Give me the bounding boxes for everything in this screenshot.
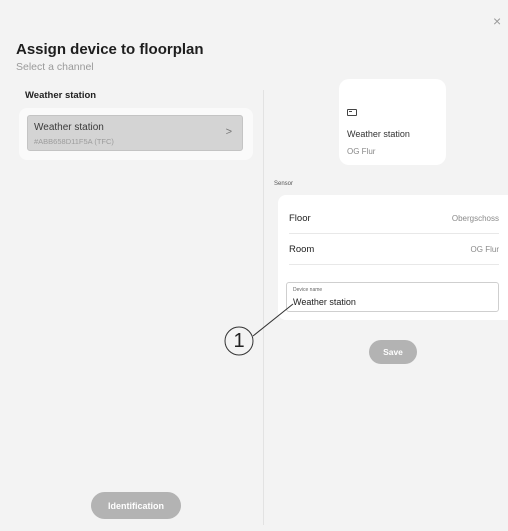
callout-number: 1 <box>233 330 245 352</box>
device-item-name: Weather station <box>34 122 104 133</box>
dialog-title: Assign device to floorplan <box>16 41 204 58</box>
chevron-right-icon: > <box>225 126 232 138</box>
device-icon <box>347 109 357 116</box>
sensor-section-label: Sensor <box>274 181 294 187</box>
room-label: Room <box>289 244 315 255</box>
assign-device-dialog: × Assign device to floorplan Select a ch… <box>0 0 508 531</box>
dialog-subtitle: Select a channel <box>16 61 94 73</box>
device-group-heading: Weather station <box>25 90 97 101</box>
device-item-id: #ABB658D11F5A (TFC) <box>34 137 114 146</box>
preview-room: OG Flur <box>347 147 376 156</box>
device-name-value: Weather station <box>293 297 356 307</box>
preview-device-name: Weather station <box>347 129 410 139</box>
panel-divider <box>263 90 264 525</box>
device-name-field[interactable]: Device name Weather station <box>286 282 499 312</box>
device-preview-card: Weather station OG Flur <box>339 79 446 165</box>
identification-button[interactable]: Identification <box>91 492 181 519</box>
device-list-card: Weather station #ABB658D11F5A (TFC) > <box>19 108 253 160</box>
room-value: OG Flur <box>470 245 499 254</box>
device-list-item[interactable]: Weather station #ABB658D11F5A (TFC) > <box>27 115 243 151</box>
save-button[interactable]: Save <box>369 340 417 364</box>
floor-value: Obergschoss <box>451 214 499 223</box>
room-row[interactable]: Room OG Flur <box>289 234 499 265</box>
floor-row[interactable]: Floor Obergschoss <box>289 203 499 234</box>
sensor-panel: Floor Obergschoss Room OG Flur Device na… <box>278 195 508 320</box>
floor-label: Floor <box>289 213 311 224</box>
close-icon[interactable]: × <box>493 14 501 28</box>
device-name-label: Device name <box>293 287 323 293</box>
